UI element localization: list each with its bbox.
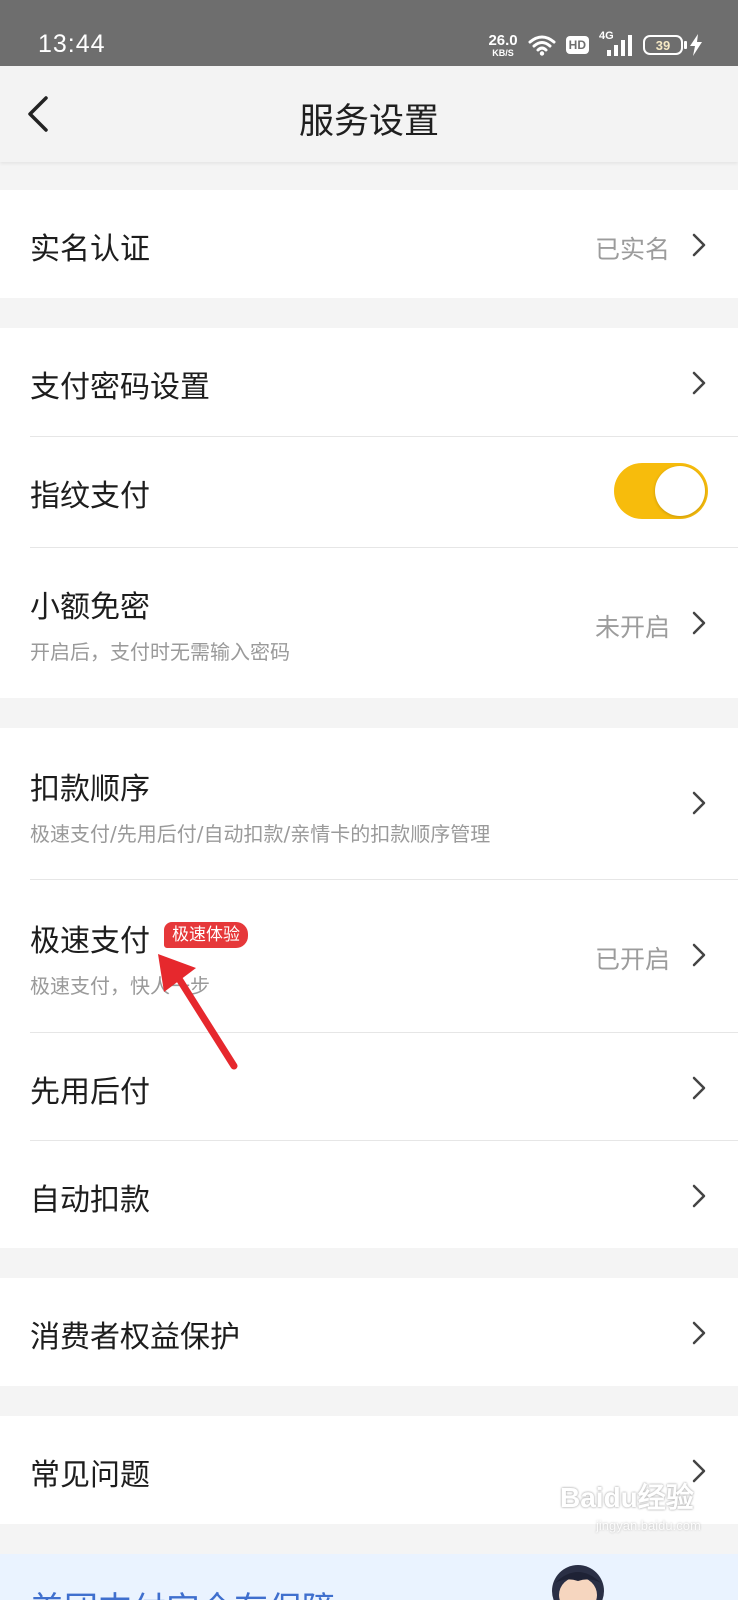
row-value: 已实名 <box>594 235 670 264</box>
page-title: 服务设置 <box>298 102 439 142</box>
avatar <box>552 1565 604 1600</box>
battery-level: 39 <box>655 37 671 53</box>
chevron-right-icon <box>692 1321 706 1345</box>
group-payment: 扣款顺序 极速支付/先用后付/自动扣款/亲情卡的扣款顺序管理 极速支付 极速体验… <box>0 728 738 1248</box>
chevron-right-icon <box>692 1184 706 1208</box>
watermark: Baidu经验 jingyan.baidu.com <box>560 1476 710 1544</box>
row-express-pay[interactable]: 极速支付 极速体验 极速支付，快人一步 已开启 <box>0 880 738 1030</box>
fingerprint-toggle[interactable] <box>614 463 708 519</box>
row-title: 自动扣款 <box>30 1183 150 1218</box>
banner-text: 美团支付安全有保障 <box>30 1582 336 1600</box>
wifi-icon <box>528 35 556 56</box>
row-consumer-rights[interactable]: 消费者权益保护 <box>0 1278 738 1386</box>
row-fingerprint-pay: 指纹支付 <box>0 437 738 547</box>
row-title: 常见问题 <box>30 1458 150 1493</box>
chevron-right-icon <box>692 791 706 815</box>
toggle-knob <box>655 466 705 516</box>
chevron-right-icon <box>692 943 706 967</box>
row-title: 小额免密 <box>30 590 150 625</box>
row-auto-deduct[interactable]: 自动扣款 <box>0 1141 738 1248</box>
express-badge: 极速体验 <box>164 922 248 948</box>
watermark-text: Baidu经验 <box>560 1482 694 1513</box>
row-title: 实名认证 <box>30 232 150 267</box>
row-deduction-order[interactable]: 扣款顺序 极速支付/先用后付/自动扣款/亲情卡的扣款顺序管理 <box>0 728 738 878</box>
security-banner[interactable]: 美团支付安全有保障 <box>0 1554 738 1600</box>
status-icons: 26.0 KB/S HD 4G 39 <box>488 30 702 60</box>
row-value: 未开启 <box>594 613 670 642</box>
row-pay-later[interactable]: 先用后付 <box>0 1033 738 1140</box>
nav-header: 服务设置 <box>0 66 738 162</box>
row-title: 先用后付 <box>30 1075 150 1110</box>
group-consumer: 消费者权益保护 <box>0 1278 738 1386</box>
group-verify: 实名认证 已实名 <box>0 190 738 298</box>
row-value: 已开启 <box>594 945 670 974</box>
row-subtitle: 极速支付，快人一步 <box>30 974 210 998</box>
signal-icon: 4G <box>599 30 633 58</box>
watermark-url: jingyan.baidu.com <box>596 1518 701 1533</box>
row-title: 消费者权益保护 <box>30 1320 240 1355</box>
net-type-label: 4G <box>599 30 614 42</box>
chevron-right-icon <box>692 611 706 635</box>
chevron-right-icon <box>692 233 706 257</box>
net-speed-unit: KB/S <box>492 47 514 58</box>
chevron-right-icon <box>692 371 706 395</box>
battery-icon: 39 <box>643 34 702 56</box>
group-password: 支付密码设置 指纹支付 小额免密 开启后，支付时无需输入密码 未开启 <box>0 328 738 698</box>
row-subtitle: 开启后，支付时无需输入密码 <box>30 640 290 664</box>
row-subtitle: 极速支付/先用后付/自动扣款/亲情卡的扣款顺序管理 <box>30 822 491 846</box>
chevron-right-icon <box>692 1076 706 1100</box>
row-title: 扣款顺序 <box>30 772 150 807</box>
net-speed-value: 26.0 <box>488 31 518 49</box>
charging-icon <box>690 34 702 56</box>
row-title: 支付密码设置 <box>30 370 210 405</box>
status-bar: 13:44 26.0 KB/S HD 4G 39 <box>0 0 738 66</box>
net-speed: 26.0 KB/S <box>488 33 517 58</box>
hd-icon: HD <box>565 36 589 54</box>
row-pay-password[interactable]: 支付密码设置 <box>0 328 738 436</box>
row-real-name[interactable]: 实名认证 已实名 <box>0 190 738 298</box>
status-time: 13:44 <box>38 30 106 58</box>
row-title: 极速支付 <box>30 924 150 959</box>
row-title: 指纹支付 <box>30 479 150 514</box>
row-small-amount-free[interactable]: 小额免密 开启后，支付时无需输入密码 未开启 <box>0 548 738 698</box>
